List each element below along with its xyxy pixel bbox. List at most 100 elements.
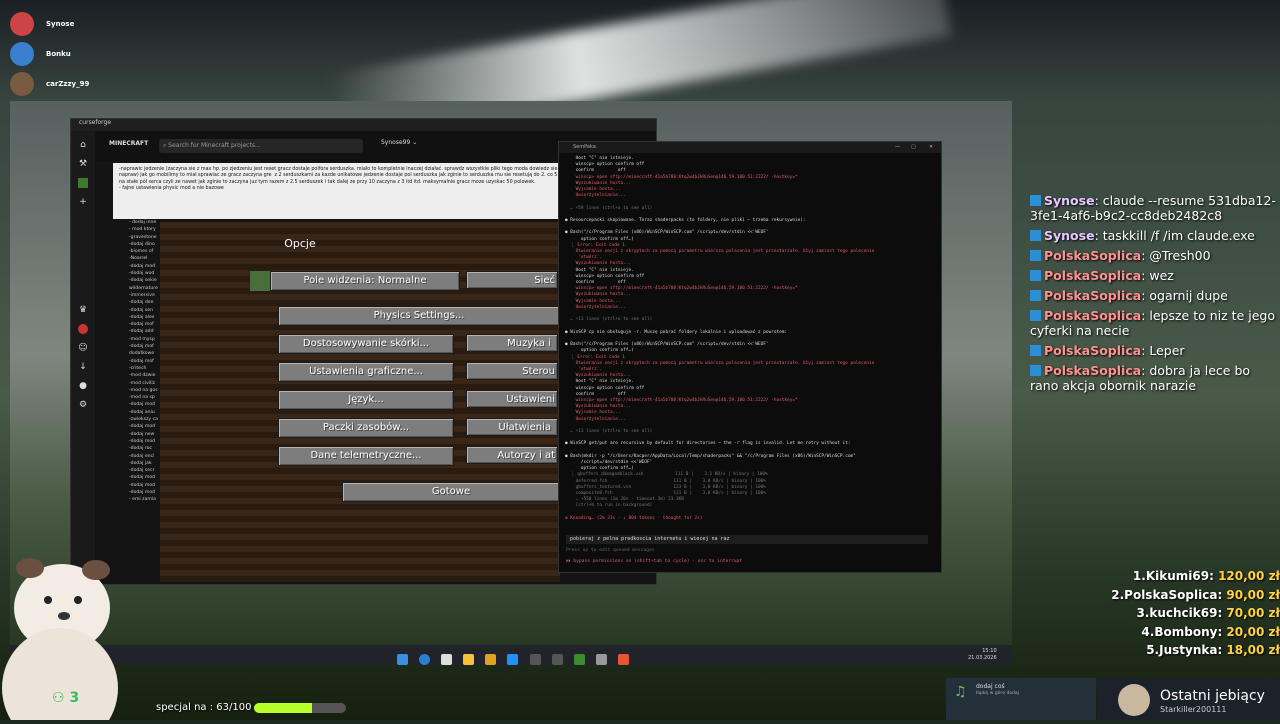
notes-popup: -naprawic jedzenie (zaczyna sie z max hp… [113,163,633,219]
curseforge-titlebar: curseforge [71,119,656,131]
grid-icon[interactable] [249,270,271,292]
taskbar: 15:10 21.03.2026 [10,645,1012,665]
terminal-input[interactable]: Press up to edit queued messages [566,546,928,555]
curseforge-sidebar: ⌂ ⚒ + ♛ ☺ ↓ ● ⚙ [71,131,95,584]
avatar[interactable] [78,324,88,334]
music-widget: ♫ dodaj coś łapkę w górę dodaj [946,678,1096,720]
chat-panel: Synose: claude --resume 531dba12-3fe1-4a… [1030,193,1280,398]
user-icon: ⚇ [52,690,70,706]
top-user-name: Synose [46,20,75,28]
curseforge-title: curseforge [79,119,112,126]
app-icon[interactable] [529,654,541,665]
telemetry-button[interactable]: Dane telemetryczne... [278,446,454,466]
chat-message: PolskaSoplica: Leper [1030,343,1280,358]
settings-app-icon[interactable] [441,654,453,665]
accessibility-button[interactable]: Ułatwienia [466,418,558,436]
network-button[interactable]: Sieć [466,271,558,289]
top-user-name: carZzzy_99 [46,80,90,88]
done-button[interactable]: Gotowe [342,482,560,502]
donation-rank: 1. [1132,569,1146,583]
crown-icon[interactable]: ♛ [78,305,88,315]
clock-time: 15:10 [982,648,997,654]
windows-icon[interactable] [397,654,408,665]
app-icon[interactable] [551,654,563,665]
minecraft-logo: MINECRAFT [109,140,149,147]
donation-name: Justynka: [1159,643,1227,657]
chat-nick: PolskaSoplica [1044,343,1142,358]
special-goal-label: specjal na : 63/100 [156,702,252,713]
chat-message: PolskaSoplica: wez [1030,268,1280,283]
viewer-count: ⚇ 3 [52,690,79,706]
chat-text: ogarnij dupe [1149,288,1228,303]
support-icon[interactable]: ● [78,381,88,391]
chat-message: PolskaSoplica: ogarnij dupe [1030,288,1280,303]
chat-message: PolskaSoplica: lepsze to niz te jego cyf… [1030,308,1280,338]
plus-icon[interactable]: + [78,197,88,207]
curseforge-icon[interactable] [617,654,629,665]
language-button[interactable]: Język... [278,390,454,410]
badge-icon [1030,290,1041,301]
controls-button[interactable]: Sterou [466,362,558,380]
options-title: Opcje [284,237,316,250]
avatar [10,42,34,66]
music-subtitle: łapkę w górę dodaj [976,691,1019,696]
donation-rank: 3. [1136,606,1150,620]
app-icon[interactable] [507,654,519,665]
minecraft-icon[interactable] [573,654,585,665]
donation-row: 1.Kikumi69: 120,00 zł [1100,567,1280,586]
hammer-icon[interactable]: ⚒ [78,159,88,169]
notes-text: -naprawic jedzenie (zaczyna sie z max hp… [119,167,626,192]
discord-icon[interactable]: ☺ [78,343,88,353]
minimize-icon[interactable]: — [895,142,900,153]
chat-nick: PolskaSoplica [1044,248,1142,263]
gear-icon[interactable]: ⚙ [78,400,88,410]
fov-button[interactable]: Pole widzenia: Normalne [270,271,460,291]
chat-text: wez [1149,268,1174,283]
terminal-line: ✻ Kneading… (2m 33s · ↓ 804 tokens · tho… [565,515,703,521]
avatar [10,72,34,96]
user-menu[interactable]: Synose99 ⌄ [381,139,417,146]
app-icon[interactable] [595,654,607,665]
terminal-title: SemPaka [573,144,596,150]
donation-amount: 18,00 zł [1226,643,1280,657]
credits-button[interactable]: Autorzy i at [466,446,558,464]
queued-text: pobieraj z pelna predkoscia internetu i … [570,536,730,542]
donation-amount: 90,00 zł [1226,587,1280,602]
home-icon[interactable]: ⌂ [78,140,88,150]
folder-icon[interactable] [485,654,497,665]
badge-icon [1030,345,1041,356]
badge-icon [1030,365,1041,376]
terminal-output: Host "C" nie istnieje. winscp> option co… [565,156,935,522]
settings-button[interactable]: Ustawieni [466,390,558,408]
avatar [1118,684,1150,716]
donation-leaderboard: 1.Kikumi69: 120,00 zł 2.PolskaSoplica: 90… [1100,567,1280,660]
maximize-icon[interactable]: ▢ [911,142,916,153]
music-button[interactable]: Muzyka i [466,334,558,352]
donation-amount: 120,00 zł [1218,569,1280,583]
chat-text: @Tresh00 [1149,248,1211,263]
top-user-3: carZzzy_99 [10,71,89,97]
queued-message: pobieraj z pelna predkoscia internetu i … [566,535,928,544]
download-icon[interactable]: ↓ [78,362,88,372]
physics-settings-button[interactable]: Physics Settings... [278,306,560,326]
chat-message: Synose: claude --resume 531dba12-3fe1-4a… [1030,193,1280,223]
donation-rank: 2. [1111,587,1125,602]
minecraft-icon[interactable] [78,178,88,188]
donation-name: kuchcik69: [1149,606,1227,620]
chat-nick: PolskaSoplica [1044,268,1142,283]
chat-separator: : [1094,228,1103,243]
bypass-status: ⏵⏵ bypass permissions on (shift+tab to c… [566,559,743,564]
chat-nick: PolskaSoplica [1044,288,1142,303]
graphics-settings-button[interactable]: Ustawienia graficzne... [278,362,454,382]
last-sub-user: Starkiller200111 [1160,705,1227,714]
resource-packs-button[interactable]: Paczki zasobów... [278,418,454,438]
skin-customization-button[interactable]: Dostosowywanie skórki... [278,334,454,354]
badge-icon [1030,230,1041,241]
chat-text: taskkill /f /im claude.exe [1102,228,1255,243]
close-icon[interactable]: ✕ [929,142,933,153]
donation-row: 2.PolskaSoplica: 90,00 zł [1100,586,1280,605]
input-placeholder: Press up to edit queued messages [566,548,655,553]
edge-icon[interactable] [419,654,431,665]
explorer-icon[interactable] [463,654,475,665]
search-input[interactable]: ⌕ Search for Minecraft projects... [159,139,363,153]
